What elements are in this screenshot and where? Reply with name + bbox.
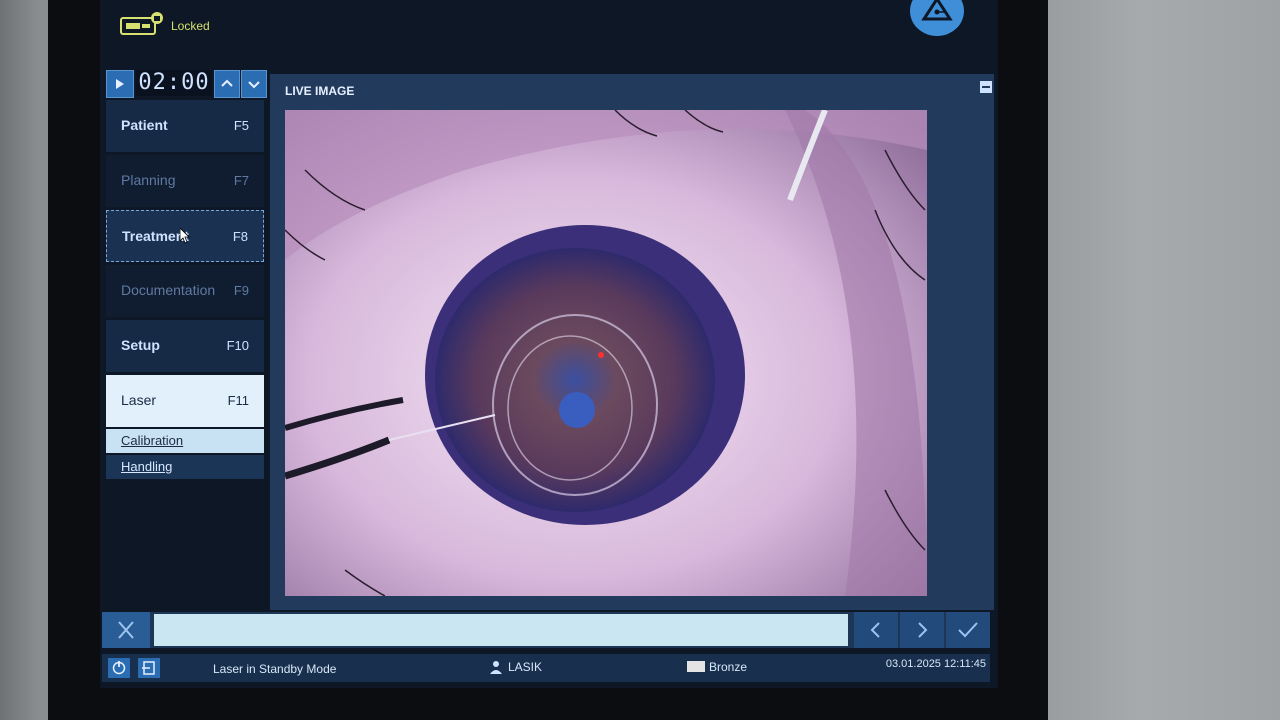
close-icon <box>118 621 134 639</box>
datetime: 03.01.2025 12:11:45 <box>885 658 986 670</box>
user-name: LASIK <box>508 660 543 674</box>
nav-item-shortcut: F10 <box>226 338 249 353</box>
timer-down-button[interactable] <box>241 70 267 98</box>
nav-item-shortcut: F9 <box>233 283 249 298</box>
laser-warning-icon <box>910 0 964 36</box>
live-image-panel: LIVE IMAGE <box>270 74 994 610</box>
logout-button[interactable] <box>138 658 160 678</box>
next-button[interactable] <box>900 612 944 648</box>
logout-icon <box>142 661 155 675</box>
nav-item-label: Laser <box>121 392 157 408</box>
nav-item-shortcut: F11 <box>227 393 249 408</box>
cancel-button[interactable] <box>102 612 150 648</box>
nav-item-label: Patient <box>121 117 168 133</box>
power-button[interactable] <box>108 658 130 678</box>
lock-status-label: Locked <box>171 19 210 33</box>
progress-bar <box>154 614 848 646</box>
nav-item-label: Treatment <box>122 228 189 244</box>
subnav-item-calibration[interactable]: Calibration <box>106 429 264 453</box>
power-icon <box>112 661 126 675</box>
nav-item-documentation[interactable]: Documentation F9 <box>106 265 264 317</box>
eye-photo <box>285 110 927 596</box>
user-icon <box>490 661 502 674</box>
command-bar <box>102 612 990 648</box>
user-level: Bronze <box>709 660 748 674</box>
nav-item-planning[interactable]: Planning F7 <box>106 155 264 207</box>
subnav-item-handling[interactable]: Handling <box>106 455 264 479</box>
panel-title: LIVE IMAGE <box>285 84 355 98</box>
play-icon <box>116 79 124 89</box>
play-button[interactable] <box>106 70 134 98</box>
mouse-cursor-icon <box>180 228 190 244</box>
previous-button[interactable] <box>854 612 898 648</box>
status-bar: Laser in Standby Mode LASIK Bronze 03.01… <box>102 654 990 682</box>
nav-item-shortcut: F5 <box>233 118 249 133</box>
chevron-left-icon <box>870 622 880 638</box>
timer-display: 02:00 <box>136 70 212 96</box>
chevron-up-icon <box>221 79 233 87</box>
timer-up-button[interactable] <box>214 70 240 98</box>
nav-item-label: Planning <box>121 172 176 188</box>
status-message: Laser in Standby Mode <box>213 662 337 676</box>
timer-row: 02:00 <box>106 70 267 98</box>
background-wall <box>1048 0 1280 720</box>
chevron-down-icon <box>248 81 260 89</box>
lock-icon <box>120 12 163 35</box>
chevron-right-icon <box>918 622 928 638</box>
nav-item-shortcut: F8 <box>232 229 248 244</box>
confirm-button[interactable] <box>946 612 990 648</box>
nav-item-shortcut: F7 <box>233 173 249 188</box>
nav-item-laser[interactable]: Laser F11 <box>106 375 264 427</box>
nav-item-setup[interactable]: Setup F10 <box>106 320 264 372</box>
user-level-swatch <box>687 661 705 672</box>
checkmark-icon <box>958 622 978 638</box>
nav-item-label: Setup <box>121 337 160 353</box>
minimize-button[interactable] <box>980 81 992 93</box>
nav-item-label: Documentation <box>121 282 216 298</box>
live-eye-image <box>285 110 927 596</box>
nav-item-patient[interactable]: Patient F5 <box>106 100 264 152</box>
